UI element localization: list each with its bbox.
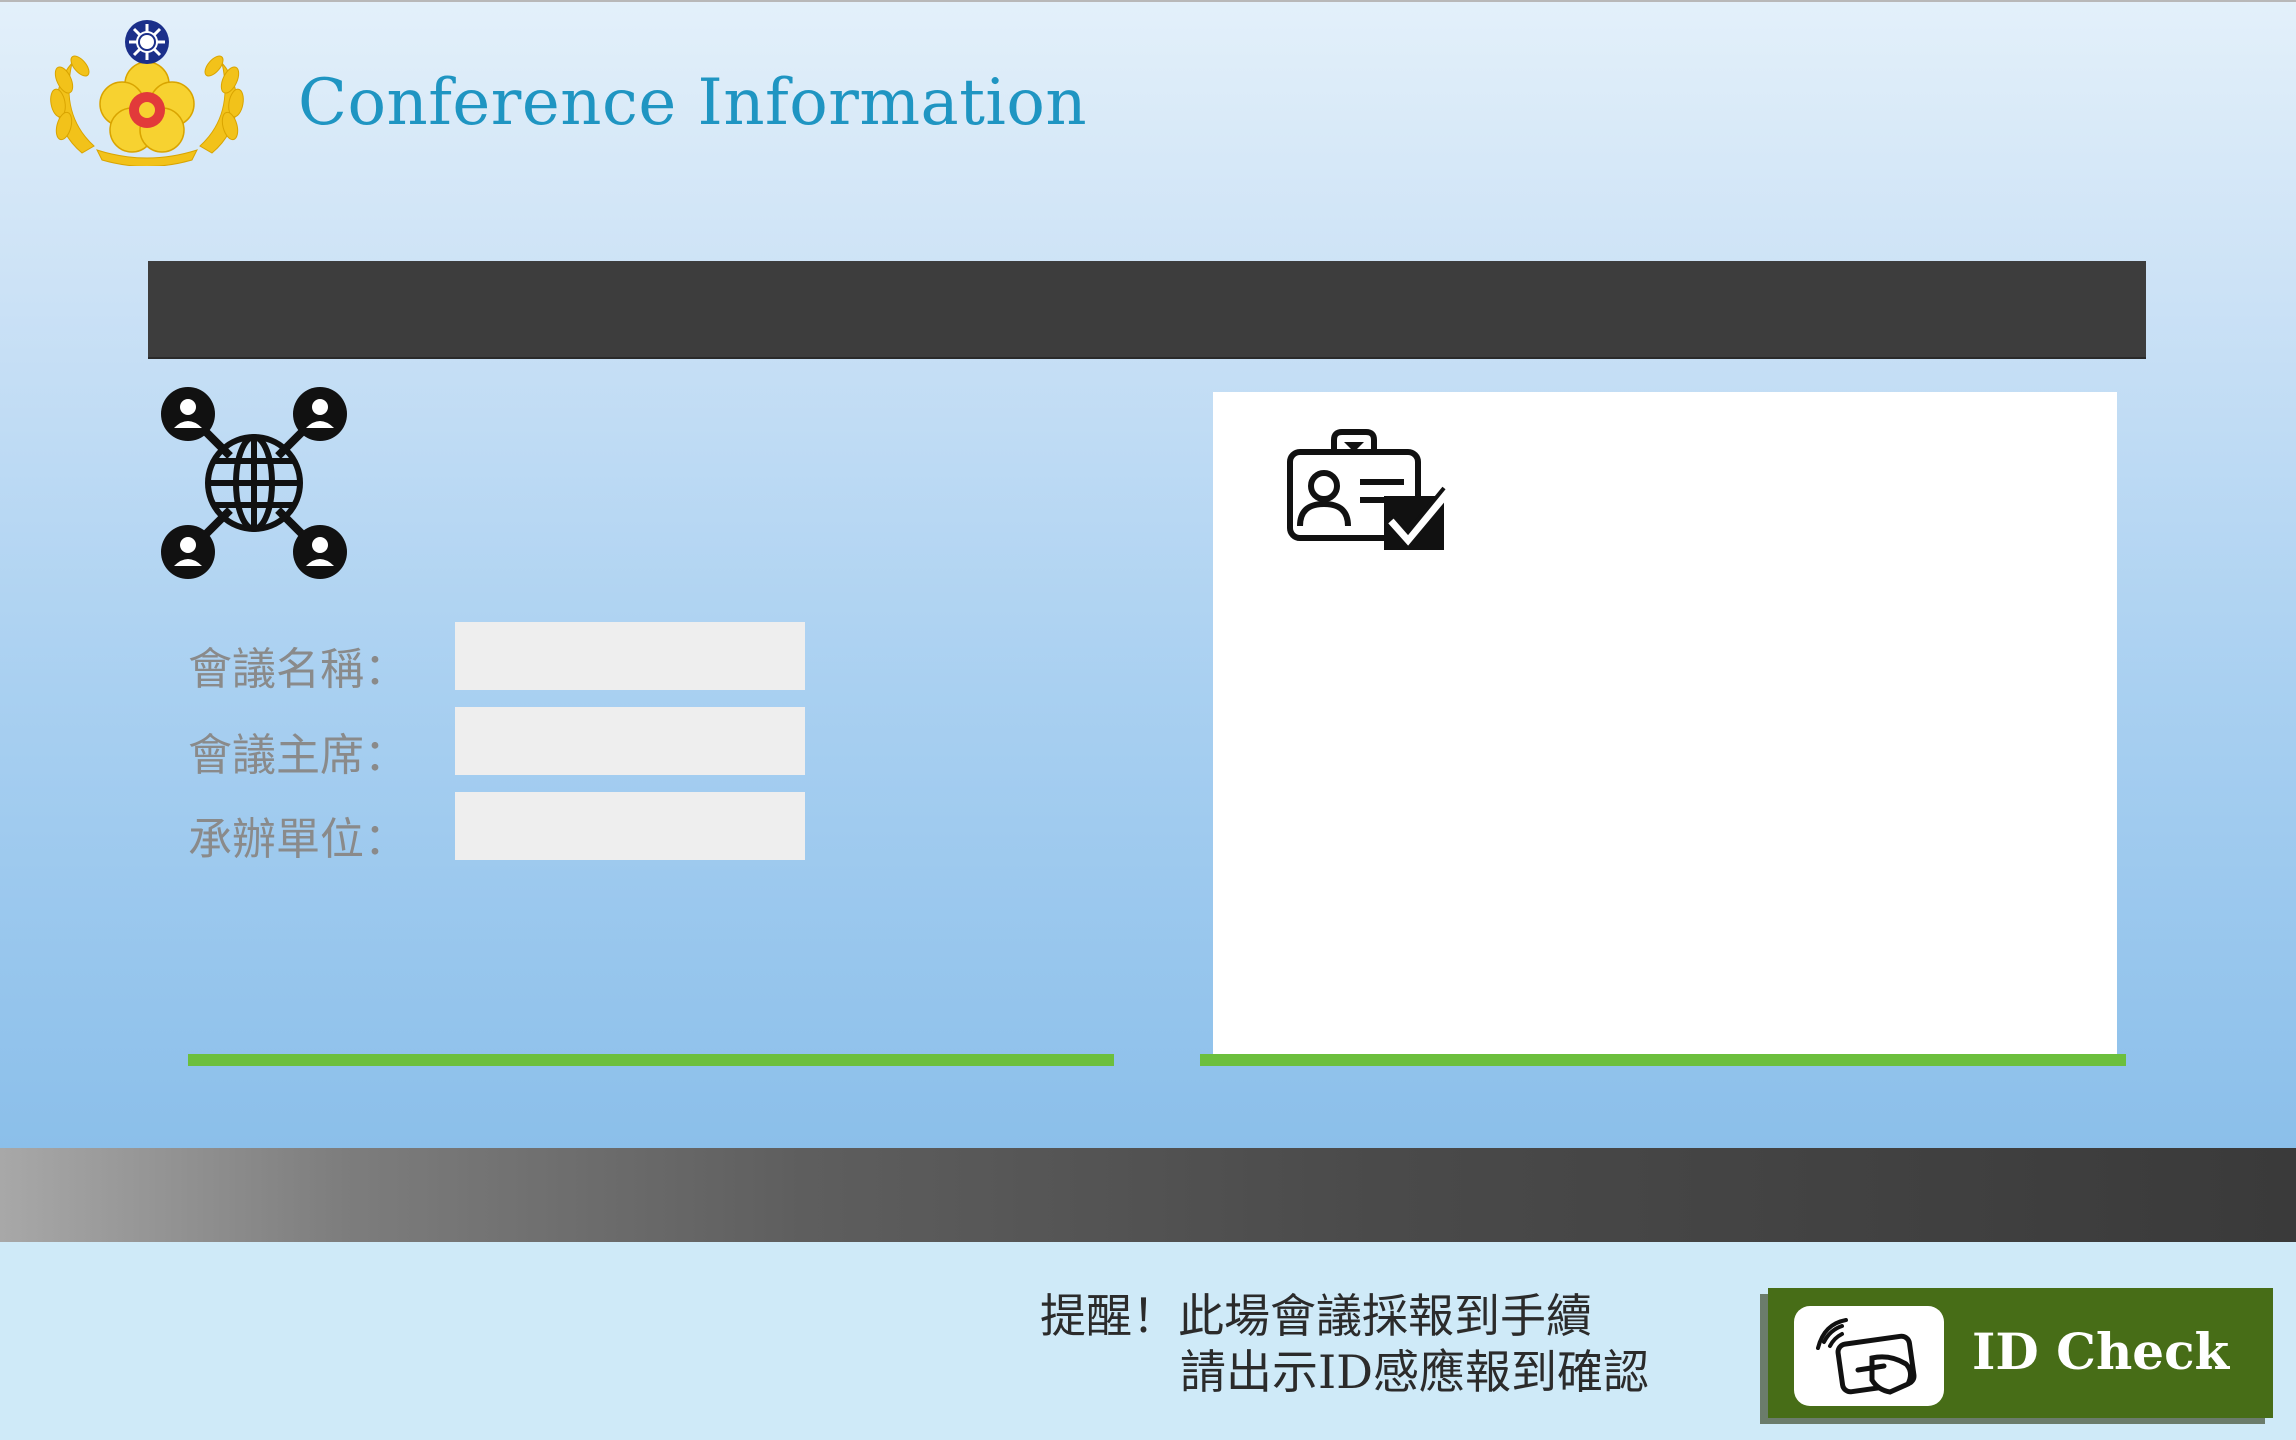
top-border [0,0,2296,2]
id-card-check-icon [1287,429,1452,550]
organizing-unit-label: 承辦單位： [188,814,408,865]
organizing-unit-field[interactable] [455,792,805,860]
right-green-divider [1200,1054,2126,1066]
conference-banner [148,261,2146,359]
checkin-reminder: 提醒！此場會議採報到手續 請出示ID感應報到確認 [1040,1288,1649,1400]
reminder-line-2: 請出示ID感應報到確認 [1180,1345,1650,1399]
national-emblem-icon [50,20,244,166]
meeting-name-field[interactable] [455,622,805,690]
meeting-name-label: 會議名稱： [188,644,408,695]
global-network-icon [161,387,347,579]
footer-separator-band [0,1148,2296,1242]
id-check-button[interactable]: ID Check [1768,1288,2273,1418]
meeting-chair-field[interactable] [455,707,805,775]
contactless-card-tap-icon [1794,1306,1944,1406]
id-check-label: ID Check [1972,1322,2230,1381]
left-green-divider [188,1054,1114,1066]
meeting-chair-label: 會議主席： [188,730,408,781]
reminder-line-1: 提醒！此場會議採報到手續 [1040,1289,1592,1343]
page-title: Conference Information [298,66,1088,140]
